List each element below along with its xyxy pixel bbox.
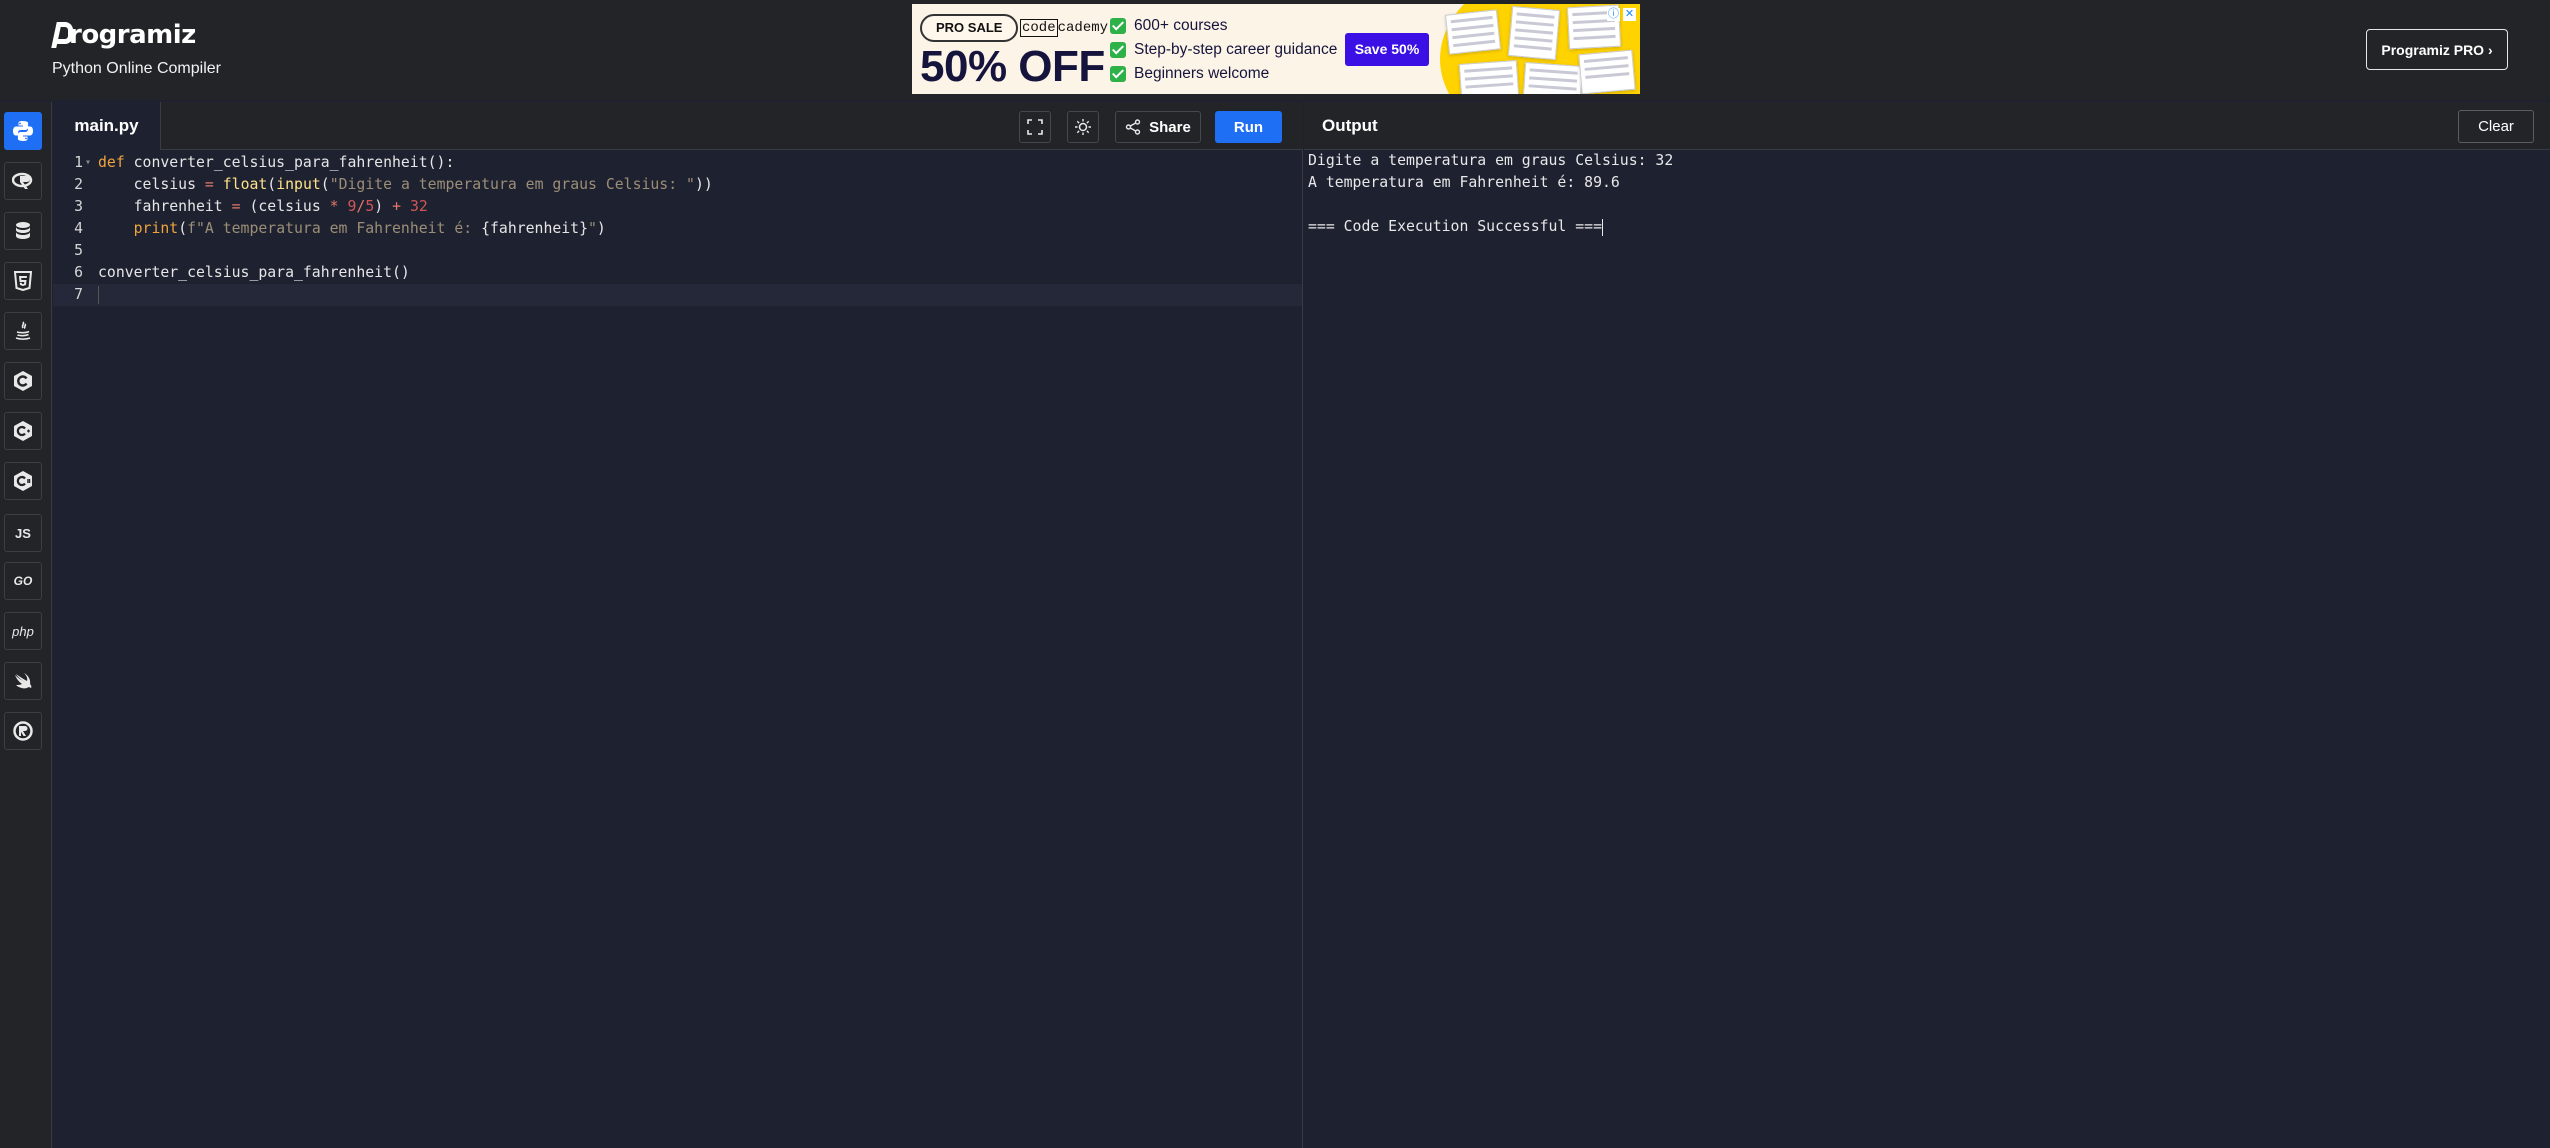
code-line: 1 ▾ def converter_celsius_para_fahrenhei… — [53, 152, 1302, 174]
check-icon — [1110, 42, 1126, 58]
fullscreen-button[interactable] — [1019, 111, 1051, 143]
ad-screenshot-card — [1445, 9, 1501, 55]
ad-screenshot-card — [1507, 6, 1561, 60]
advertisement-banner[interactable]: PRO SALE code cademy 50% OFF 600+ courses… — [912, 4, 1640, 94]
language-sidebar: JS GO php — [0, 102, 52, 1148]
check-icon — [1110, 18, 1126, 34]
programiz-pro-button[interactable]: Programiz PRO › — [2366, 29, 2508, 70]
theme-toggle-button[interactable] — [1067, 111, 1099, 143]
code-line: 6 converter_celsius_para_fahrenheit() — [53, 262, 1302, 284]
line-number: 1 — [74, 154, 83, 171]
share-button[interactable]: Share — [1115, 111, 1201, 143]
sidebar-item-c[interactable] — [4, 362, 42, 400]
ad-bullet: 600+ courses — [1110, 14, 1337, 38]
share-icon — [1125, 119, 1141, 135]
editor-toolbar: main.py Share Run — [53, 102, 1303, 150]
output-line: A temperatura em Fahrenheit é: 89.6 — [1308, 174, 1620, 191]
line-number: 2 — [74, 176, 83, 193]
console-cursor — [1601, 218, 1603, 236]
logo-text: rogramiz — [69, 20, 196, 50]
ad-screenshot-card — [1458, 60, 1520, 94]
sidebar-item-r[interactable] — [4, 162, 42, 200]
ad-bullet: Beginners welcome — [1110, 62, 1337, 86]
top-header: rogramiz Python Online Compiler PRO SALE… — [0, 0, 2550, 100]
run-button[interactable]: Run — [1215, 111, 1282, 143]
line-number: 3 — [74, 198, 83, 215]
js-icon: JS — [15, 525, 31, 541]
ad-codecademy-logo: code cademy — [1020, 19, 1109, 37]
csharp-icon — [14, 471, 32, 491]
sidebar-item-js[interactable]: JS — [4, 514, 42, 552]
logo[interactable]: rogramiz Python Online Compiler — [52, 20, 221, 78]
line-number: 5 — [74, 242, 83, 259]
share-label: Share — [1149, 118, 1191, 136]
ad-close-icon[interactable]: ✕ — [1623, 8, 1636, 21]
sun-icon — [1075, 119, 1091, 135]
database-icon — [16, 222, 30, 239]
sidebar-item-csharp[interactable] — [4, 462, 42, 500]
line-number: 7 — [74, 286, 83, 303]
python-icon — [13, 121, 33, 141]
code-textarea[interactable]: 1 ▾ def converter_celsius_para_fahrenhei… — [53, 150, 1303, 1148]
c-language-icon — [14, 371, 32, 391]
output-panel: Output Clear Digite a temperatura em gra… — [1304, 102, 2550, 1148]
sidebar-item-python[interactable] — [4, 112, 42, 150]
page-subtitle: Python Online Compiler — [52, 60, 221, 77]
output-toolbar: Output Clear — [1304, 102, 2550, 150]
ad-save-button[interactable]: Save 50% — [1345, 33, 1429, 66]
fullscreen-icon — [1027, 119, 1043, 135]
go-icon: GO — [13, 574, 33, 588]
line-number: 6 — [74, 264, 83, 281]
java-icon — [15, 321, 31, 340]
ad-screenshot-card — [1522, 62, 1584, 94]
sidebar-item-cpp[interactable] — [4, 412, 42, 450]
php-icon: php — [12, 623, 34, 639]
rust-icon — [13, 721, 33, 741]
ad-screenshot-card — [1578, 49, 1636, 94]
output-line: === Code Execution Successful === — [1308, 218, 1603, 236]
ad-headline: 50% OFF — [920, 42, 1105, 91]
ad-bullet: Step-by-step career guidance — [1110, 38, 1337, 62]
code-line: 4 print(f"A temperatura em Fahrenheit é:… — [53, 218, 1302, 240]
check-icon — [1110, 66, 1126, 82]
programiz-logo-icon — [52, 20, 73, 50]
html5-icon — [14, 271, 32, 291]
ad-bullet-list: 600+ courses Step-by-step career guidanc… — [1110, 14, 1337, 86]
text-cursor — [98, 286, 99, 304]
output-console[interactable]: Digite a temperatura em graus Celsius: 3… — [1308, 150, 1673, 238]
sidebar-item-php[interactable]: php — [4, 612, 42, 650]
output-title: Output — [1322, 116, 1378, 135]
code-line-active: 7 — [53, 284, 1302, 306]
output-line: Digite a temperatura em graus Celsius: 3… — [1308, 152, 1674, 169]
code-line: 3 fahrenheit = (celsius * 9/5) + 32 — [53, 196, 1302, 218]
sidebar-item-rust[interactable] — [4, 712, 42, 750]
line-number: 4 — [74, 220, 83, 237]
file-tab-main-py[interactable]: main.py — [53, 102, 161, 150]
sidebar-item-html[interactable] — [4, 262, 42, 300]
sidebar-item-swift[interactable] — [4, 662, 42, 700]
fold-arrow-icon[interactable]: ▾ — [85, 152, 91, 174]
r-language-icon — [12, 172, 33, 189]
ad-controls: ⓘ ✕ — [1607, 8, 1636, 21]
cpp-icon — [14, 421, 32, 441]
clear-button[interactable]: Clear — [2458, 110, 2534, 143]
ad-info-icon[interactable]: ⓘ — [1607, 8, 1620, 21]
sidebar-item-sql[interactable] — [4, 212, 42, 250]
ad-pro-sale-badge: PRO SALE — [920, 14, 1019, 42]
sidebar-item-java[interactable] — [4, 312, 42, 350]
sidebar-item-go[interactable]: GO — [4, 562, 42, 600]
code-editor-panel: main.py Share Run 1 ▾ def converter_cels… — [53, 102, 1303, 1148]
code-line: 2 celsius = float(input("Digite a temper… — [53, 174, 1302, 196]
code-line: 5 — [53, 240, 1302, 262]
swift-icon — [15, 673, 32, 689]
